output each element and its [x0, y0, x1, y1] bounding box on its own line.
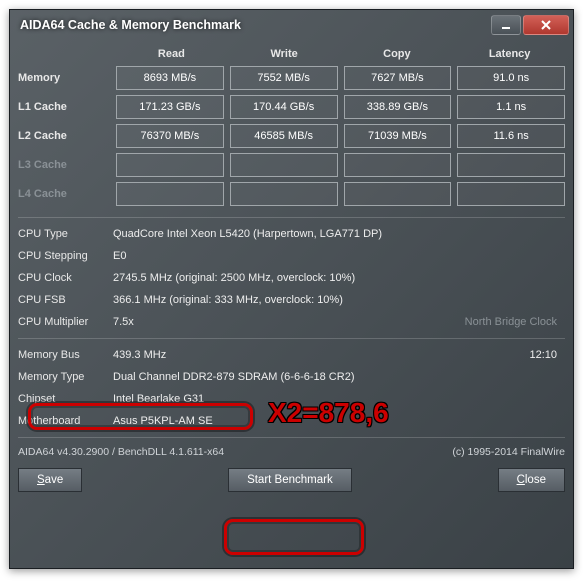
- button-row: Save Start Benchmark Close: [18, 462, 565, 492]
- info-row: CPU SteppingE0: [18, 246, 565, 266]
- divider: [18, 338, 565, 339]
- divider: [18, 217, 565, 218]
- window-title: AIDA64 Cache & Memory Benchmark: [20, 18, 491, 32]
- info-row: CPU Multiplier7.5xNorth Bridge Clock: [18, 312, 565, 332]
- table-row: L1 Cache 171.23 GB/s170.44 GB/s338.89 GB/…: [18, 95, 565, 119]
- row-label: L2 Cache: [18, 130, 110, 142]
- col-copy: Copy: [344, 48, 451, 60]
- value-cell: 171.23 GB/s: [116, 95, 224, 119]
- value-cell: 1.1 ns: [457, 95, 565, 119]
- divider: [18, 437, 565, 438]
- value-cell: [344, 153, 452, 177]
- copyright-text: (c) 1995-2014 FinalWire: [452, 446, 565, 458]
- value-cell: 170.44 GB/s: [230, 95, 338, 119]
- table-row: Memory 8693 MB/s7552 MB/s7627 MB/s91.0 ns: [18, 66, 565, 90]
- table-row: L4 Cache: [18, 182, 565, 206]
- value-cell: [116, 153, 224, 177]
- content-panel: Read Write Copy Latency Memory8693 MB/s7…: [18, 44, 565, 560]
- info-row: CPU Clock2745.5 MHz (original: 2500 MHz,…: [18, 268, 565, 288]
- info-row: Memory TypeDual Channel DDR2-879 SDRAM (…: [18, 367, 565, 387]
- table-row: L3 Cache: [18, 153, 565, 177]
- row-label: Memory: [18, 72, 110, 84]
- close-button[interactable]: Close: [498, 468, 565, 492]
- value-cell: [457, 153, 565, 177]
- footer: AIDA64 v4.30.2900 / BenchDLL 4.1.611-x64…: [18, 444, 565, 460]
- value-cell: [230, 182, 338, 206]
- row-label: L1 Cache: [18, 101, 110, 113]
- value-cell: 7627 MB/s: [344, 66, 452, 90]
- value-cell: [457, 182, 565, 206]
- value-cell: 11.6 ns: [457, 124, 565, 148]
- titlebar: AIDA64 Cache & Memory Benchmark: [10, 10, 573, 40]
- value-cell: 7552 MB/s: [230, 66, 338, 90]
- value-cell: 46585 MB/s: [230, 124, 338, 148]
- info-row-memory-bus: Memory Bus439.3 MHz12:10: [18, 345, 565, 365]
- info-row: CPU FSB366.1 MHz (original: 333 MHz, ove…: [18, 290, 565, 310]
- info-row: MotherboardAsus P5KPL-AM SE: [18, 411, 565, 431]
- col-read: Read: [118, 48, 225, 60]
- row-label: L3 Cache: [18, 159, 110, 171]
- value-cell: 76370 MB/s: [116, 124, 224, 148]
- north-bridge-label: North Bridge Clock: [435, 316, 565, 328]
- value-cell: [230, 153, 338, 177]
- info-row: CPU TypeQuadCore Intel Xeon L5420 (Harpe…: [18, 224, 565, 244]
- table-row: L2 Cache 76370 MB/s46585 MB/s71039 MB/s11…: [18, 124, 565, 148]
- minimize-button[interactable]: [491, 15, 521, 35]
- save-button[interactable]: Save: [18, 468, 82, 492]
- window-controls: [491, 15, 569, 35]
- value-cell: 71039 MB/s: [344, 124, 452, 148]
- value-cell: 91.0 ns: [457, 66, 565, 90]
- benchmark-table: Memory 8693 MB/s7552 MB/s7627 MB/s91.0 ns…: [18, 66, 565, 211]
- value-cell: 338.89 GB/s: [344, 95, 452, 119]
- col-write: Write: [231, 48, 338, 60]
- value-cell: [116, 182, 224, 206]
- start-benchmark-button[interactable]: Start Benchmark: [228, 468, 352, 492]
- value-cell: 8693 MB/s: [116, 66, 224, 90]
- row-label: L4 Cache: [18, 188, 110, 200]
- app-window: AIDA64 Cache & Memory Benchmark Read Wri…: [9, 9, 574, 569]
- value-cell: [344, 182, 452, 206]
- col-latency: Latency: [456, 48, 563, 60]
- close-window-button[interactable]: [523, 15, 569, 35]
- table-header: Read Write Copy Latency: [18, 44, 565, 64]
- info-row: ChipsetIntel Bearlake G31: [18, 389, 565, 409]
- version-text: AIDA64 v4.30.2900 / BenchDLL 4.1.611-x64: [18, 446, 224, 458]
